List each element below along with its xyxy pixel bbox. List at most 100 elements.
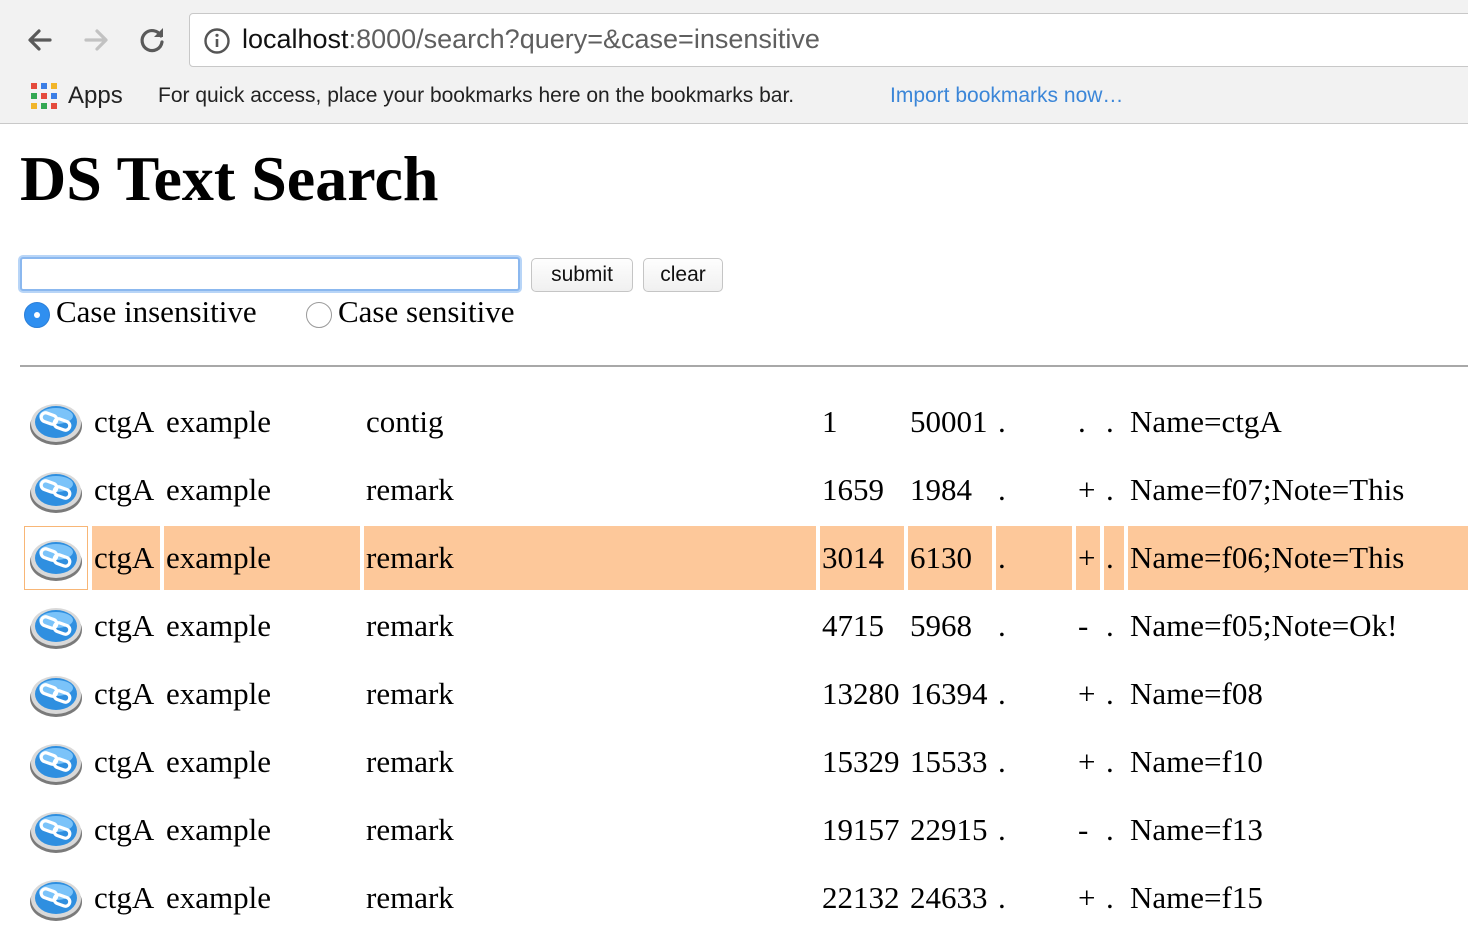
reload-icon [140,28,164,53]
cell-attributes: Name=f07;Note=This [1130,472,1405,507]
row-link[interactable] [24,730,88,794]
cell-type: remark [366,744,454,779]
cell-strand: . [1078,404,1086,439]
cell-type: remark [366,676,454,711]
cell-score: . [998,744,1006,779]
link-icon [30,880,82,921]
submit-button[interactable]: submit [531,258,633,292]
cell-phase: . [1106,880,1114,915]
cell-attributes: Name=f13 [1130,812,1263,847]
table-row[interactable]: ctgA example remark 13280 16394. +. Name=f08 [0,662,1468,726]
table-row[interactable]: ctgA example remark 22132 24633. +. Name=f15 [0,866,1468,930]
cell-phase: . [1106,812,1114,847]
row-link[interactable] [24,458,88,522]
cell-phase: . [1104,526,1124,590]
cell-source: example [164,526,360,590]
cell-attributes: Name=f05;Note=Ok! [1130,608,1398,643]
cell-phase: . [1106,472,1114,507]
cell-strand: + [1078,880,1096,915]
cell-end: 15533 [910,744,988,779]
cell-type: remark [366,472,454,507]
forward-button[interactable] [78,22,114,58]
cell-seqid: ctgA [94,676,155,711]
cell-type: remark [364,526,816,590]
cell-source: example [166,880,272,915]
link-icon [30,812,82,853]
cell-type: remark [366,608,454,643]
table-row[interactable]: ctgA example remark 19157 22915. -. Name=f13 [0,798,1468,862]
cell-seqid: ctgA [94,608,155,643]
cell-start: 22132 [822,880,900,915]
page-content: DS Text Search submit clear Case insensi… [0,124,1468,921]
cell-start: 13280 [822,676,900,711]
import-bookmarks-link[interactable]: Import bookmarks now… [890,84,1123,108]
table-row[interactable]: ctgA example remark 1659 1984. +. Name=f07;Not… [0,458,1468,522]
cell-end: 6130 [908,526,992,590]
url-text[interactable]: localhost:8000/search?query=&case=insens… [242,24,820,55]
table-row[interactable]: ctgA example remark 3014 6130. +. Name=f06;Not… [0,526,1468,590]
reload-button[interactable] [134,22,170,58]
cell-seqid: ctgA [94,744,155,779]
cell-strand: + [1078,744,1096,779]
cell-source: example [166,676,272,711]
link-icon [30,472,82,513]
cell-source: example [166,404,272,439]
cell-attributes: Name=ctgA [1130,404,1282,439]
row-link[interactable] [24,798,88,862]
cell-start: 3014 [820,526,904,590]
cell-strand: - [1078,812,1089,847]
row-link[interactable] [24,866,88,930]
case-insensitive-label[interactable]: Case insensitive [56,294,257,330]
cell-score: . [998,608,1006,643]
cell-phase: . [1106,608,1114,643]
row-link[interactable] [24,662,88,726]
bookmarks-hint: For quick access, place your bookmarks h… [158,84,795,107]
row-link[interactable] [24,526,88,590]
apps-grid-icon[interactable] [31,83,57,109]
row-link[interactable] [24,594,88,658]
case-sensitive-label[interactable]: Case sensitive [338,294,515,330]
cell-seqid: ctgA [92,526,160,590]
table-row[interactable]: ctgA example remark 4715 5968. -. Name=f05;Not… [0,594,1468,658]
cell-source: example [166,608,272,643]
back-button[interactable] [22,22,58,58]
link-icon [30,744,82,785]
forward-arrow-icon [84,29,108,51]
cell-end: 50001 [910,404,988,439]
cell-type: remark [366,880,454,915]
case-sensitive-radio[interactable] [306,302,332,328]
page-title: DS Text Search [20,143,439,214]
search-input[interactable] [20,257,520,291]
row-link[interactable] [24,390,88,454]
cell-start: 15329 [822,744,900,779]
divider [20,365,1468,367]
cell-score: . [998,676,1006,711]
cell-end: 22915 [910,812,988,847]
cell-score: . [996,526,1072,590]
cell-attributes: Name=f08 [1130,676,1263,711]
cell-score: . [998,472,1006,507]
cell-end: 16394 [910,676,988,711]
url-path: :8000/search?query=&case=insensitive [348,24,820,54]
table-row[interactable]: ctgA example contig 1 50001... Name=ctgA [0,390,1468,454]
cell-seqid: ctgA [94,880,155,915]
cell-seqid: ctgA [94,404,155,439]
url-host: localhost [242,24,349,54]
case-insensitive-radio[interactable] [24,302,50,328]
info-icon[interactable] [203,27,231,55]
cell-start: 1 [822,404,838,439]
cell-strand: + [1078,676,1096,711]
browser-toolbar: localhost:8000/search?query=&case=insens… [0,0,1468,78]
cell-start: 4715 [822,608,884,643]
address-bar[interactable]: localhost:8000/search?query=&case=insens… [189,13,1468,67]
cell-seqid: ctgA [94,812,155,847]
cell-attributes: Name=f15 [1130,880,1263,915]
cell-end: 1984 [910,472,972,507]
table-row[interactable]: ctgA example remark 15329 15533. +. Name=f10 [0,730,1468,794]
cell-strand: - [1078,608,1089,643]
apps-shortcut[interactable]: Apps [68,82,123,110]
cell-source: example [166,472,272,507]
cell-type: remark [366,812,454,847]
clear-button[interactable]: clear [643,258,723,292]
cell-start: 1659 [822,472,884,507]
